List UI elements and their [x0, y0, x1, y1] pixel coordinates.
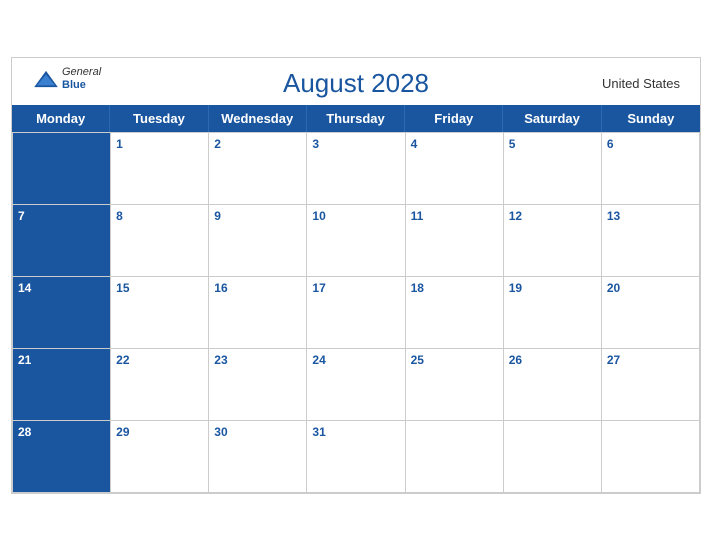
day-cell: 28	[13, 421, 111, 493]
day-number: 12	[509, 209, 596, 223]
day-cell: 6	[602, 133, 700, 205]
day-number: 14	[18, 281, 31, 295]
day-number: 7	[18, 209, 25, 223]
header-monday: Monday	[12, 105, 110, 132]
day-number: 30	[214, 425, 301, 439]
day-cell: 10	[307, 205, 405, 277]
day-cell: 4	[406, 133, 504, 205]
day-cell: 24	[307, 349, 405, 421]
header-tuesday: Tuesday	[110, 105, 208, 132]
day-cell: 15	[111, 277, 209, 349]
day-number: 21	[18, 353, 31, 367]
day-number: 6	[607, 137, 694, 151]
day-cell: 11	[406, 205, 504, 277]
day-cell: 7	[13, 205, 111, 277]
header-saturday: Saturday	[503, 105, 601, 132]
day-cell: 27	[602, 349, 700, 421]
day-cell: 3	[307, 133, 405, 205]
day-number: 2	[214, 137, 301, 151]
day-headers: Monday Tuesday Wednesday Thursday Friday…	[12, 105, 700, 132]
logo: General Blue	[32, 66, 101, 92]
day-number: 23	[214, 353, 301, 367]
day-number: 16	[214, 281, 301, 295]
day-cell: 14	[13, 277, 111, 349]
header-sunday: Sunday	[602, 105, 700, 132]
day-cell: 1	[111, 133, 209, 205]
day-cell: 19	[504, 277, 602, 349]
day-number: 9	[214, 209, 301, 223]
day-cell	[406, 421, 504, 493]
day-cell: 30	[209, 421, 307, 493]
day-number: 27	[607, 353, 694, 367]
day-cell: 17	[307, 277, 405, 349]
day-number: 17	[312, 281, 399, 295]
day-number: 19	[509, 281, 596, 295]
header-friday: Friday	[405, 105, 503, 132]
day-cell	[602, 421, 700, 493]
day-number: 28	[18, 425, 31, 439]
day-number: 15	[116, 281, 203, 295]
calendar-grid: 1234567891011121314151617181920212223242…	[12, 132, 700, 493]
day-number: 1	[116, 137, 203, 151]
day-number: 18	[411, 281, 498, 295]
day-number: 10	[312, 209, 399, 223]
day-cell: 16	[209, 277, 307, 349]
day-cell: 29	[111, 421, 209, 493]
day-cell: 22	[111, 349, 209, 421]
logo-general-text: General	[62, 66, 101, 79]
day-number: 5	[509, 137, 596, 151]
calendar-header: General Blue August 2028 United States	[12, 58, 700, 105]
header-wednesday: Wednesday	[209, 105, 307, 132]
day-number: 3	[312, 137, 399, 151]
day-cell: 21	[13, 349, 111, 421]
day-cell	[504, 421, 602, 493]
day-number: 31	[312, 425, 399, 439]
day-number: 26	[509, 353, 596, 367]
day-cell: 25	[406, 349, 504, 421]
day-number: 24	[312, 353, 399, 367]
day-cell: 12	[504, 205, 602, 277]
logo-blue-text: Blue	[62, 79, 101, 92]
day-cell: 8	[111, 205, 209, 277]
day-number: 4	[411, 137, 498, 151]
day-number: 25	[411, 353, 498, 367]
header-thursday: Thursday	[307, 105, 405, 132]
day-number: 13	[607, 209, 694, 223]
day-cell: 18	[406, 277, 504, 349]
day-cell: 2	[209, 133, 307, 205]
day-cell: 23	[209, 349, 307, 421]
calendar: General Blue August 2028 United States M…	[11, 57, 701, 494]
day-number: 29	[116, 425, 203, 439]
day-cell: 13	[602, 205, 700, 277]
day-number: 11	[411, 209, 498, 223]
day-cell: 31	[307, 421, 405, 493]
day-cell: 26	[504, 349, 602, 421]
logo-icon	[32, 69, 60, 89]
page-title: August 2028	[283, 68, 429, 99]
country-label: United States	[602, 76, 680, 91]
day-cell: 9	[209, 205, 307, 277]
day-cell	[13, 133, 111, 205]
day-cell: 20	[602, 277, 700, 349]
day-cell: 5	[504, 133, 602, 205]
day-number: 22	[116, 353, 203, 367]
day-number: 8	[116, 209, 203, 223]
day-number: 20	[607, 281, 694, 295]
